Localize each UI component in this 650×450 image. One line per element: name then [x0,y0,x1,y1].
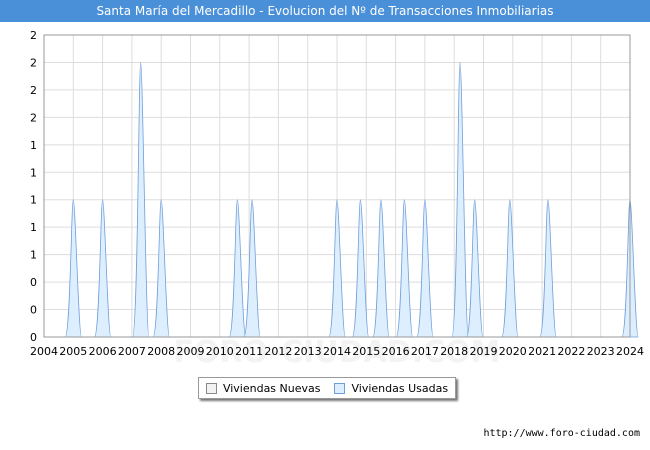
x-tick-label: 2008 [147,345,175,358]
y-tick-label: 0 [30,304,37,317]
x-tick-label: 2022 [557,345,585,358]
x-tick-label: 2009 [177,345,205,358]
y-tick-label: 0 [30,331,37,344]
usadas-area-peak [395,199,413,338]
y-tick-label: 1 [30,166,37,179]
y-tick-label: 1 [30,194,37,207]
y-tick-label: 2 [30,29,37,42]
y-tick-label: 2 [30,111,37,124]
x-tick-label: 2006 [89,345,117,358]
legend-label-nuevas: Viviendas Nuevas [222,381,321,395]
x-tick-label: 2007 [118,345,146,358]
usadas-area-peak [152,199,170,338]
x-tick-label: 2013 [294,345,322,358]
usadas-area-peak [372,199,390,338]
legend-item-nuevas[interactable]: Viviendas Nuevas [205,381,321,395]
source-link[interactable]: http://www.foro-ciudad.com [483,428,640,439]
x-tick-label: 2020 [499,345,527,358]
x-tick-label: 2016 [382,345,410,358]
usadas-area-peak [416,199,434,338]
y-tick-label: 0 [30,276,37,289]
legend-swatch-nuevas [205,382,217,394]
x-tick-label: 2017 [411,345,439,358]
x-tick-label: 2004 [30,345,58,358]
y-tick-label: 1 [30,139,37,152]
x-tick-label: 2018 [440,345,468,358]
legend-label-usadas: Viviendas Usadas [351,381,449,395]
usadas-area-peak [243,199,261,338]
legend: Viviendas Nuevas Viviendas Usadas [198,377,456,399]
x-tick-label: 2023 [587,345,615,358]
y-tick-label: 1 [30,249,37,262]
x-tick-label: 2021 [528,345,556,358]
usadas-area-peak [94,199,112,338]
x-tick-label: 2012 [264,345,292,358]
x-tick-label: 2019 [470,345,498,358]
x-tick-label: 2015 [352,345,380,358]
usadas-area-peak [328,199,346,338]
x-tick-label: 2011 [235,345,263,358]
usadas-area-peak [466,199,484,338]
x-tick-label: 2024 [616,345,644,358]
x-tick-label: 2005 [59,345,87,358]
x-tick-label: 2014 [323,345,351,358]
legend-item-usadas[interactable]: Viviendas Usadas [334,382,448,395]
usadas-area-peak [228,199,246,338]
chart-title: Santa María del Mercadillo - Evolucion d… [0,0,650,22]
y-tick-label: 2 [30,56,37,69]
y-tick-label: 2 [30,84,37,97]
usadas-area-peak [64,199,82,338]
y-tick-label: 1 [30,221,37,234]
x-tick-label: 2010 [206,345,234,358]
usadas-area-peak [501,199,519,338]
chart-canvas: FORO-CIUDAD.COM 0001111122222004 2005 2006… [30,29,644,367]
legend-swatch-usadas [334,382,346,394]
